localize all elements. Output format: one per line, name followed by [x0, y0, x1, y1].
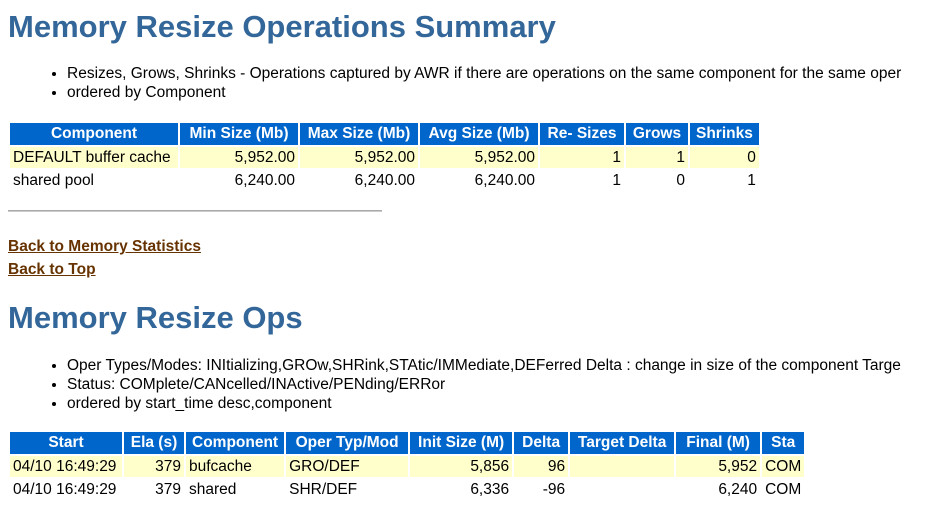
- cell-avg-size: 5,952.00: [420, 147, 538, 168]
- cell-component: shared pool: [13, 171, 95, 189]
- cell-target-delta: [570, 479, 674, 500]
- cell-shrinks: 1: [747, 171, 756, 189]
- ops-note: ordered by start_time desc,component: [67, 394, 927, 413]
- cell-start: 04/10 16:49:29: [13, 480, 117, 498]
- summary-header-row: Component Min Size (Mb) Max Size (Mb) Av…: [10, 123, 759, 145]
- summary-note: Resizes, Grows, Shrinks - Operations cap…: [67, 64, 927, 83]
- back-to-memory-statistics-link[interactable]: Back to Memory Statistics: [8, 238, 201, 256]
- cell-min-size: 5,952.00: [180, 147, 298, 168]
- back-to-top-link[interactable]: Back to Top: [8, 261, 96, 279]
- cell-delta: 96: [514, 456, 569, 477]
- ops-note: Status: COMplete/CANcelled/INActive/PENd…: [67, 375, 927, 394]
- table-row: shared pool 6,240.00 6,240.00 6,240.00 1…: [10, 170, 759, 191]
- col-header-grows: Grows: [626, 123, 688, 145]
- col-header-min-size: Min Size (Mb): [180, 123, 298, 145]
- cell-init-size: 6,336: [470, 480, 510, 498]
- col-header-max-size: Max Size (Mb): [300, 123, 418, 145]
- cell-component: DEFAULT buffer cache: [10, 147, 178, 168]
- cell-max-size: 6,240.00: [354, 171, 415, 189]
- cell-avg-size: 6,240.00: [474, 171, 535, 189]
- ops-notes: Oper Types/Modes: INItializing,GROw,SHRi…: [45, 356, 927, 413]
- cell-oper-typ: GRO/DEF: [286, 456, 409, 477]
- cell-target-delta: [570, 456, 675, 477]
- cell-grows: 1: [626, 147, 688, 168]
- cell-status: COM: [762, 456, 805, 477]
- cell-shrinks: 0: [690, 147, 759, 168]
- col-header-init-size: Init Size (M): [410, 432, 513, 454]
- ops-note: Oper Types/Modes: INItializing,GROw,SHRi…: [67, 356, 927, 375]
- cell-max-size: 5,952.00: [300, 147, 418, 168]
- col-header-delta: Delta: [514, 432, 569, 454]
- section-divider: [8, 210, 382, 212]
- col-header-target-delta: Target Delta: [570, 432, 675, 454]
- cell-oper-typ: SHR/DEF: [289, 480, 358, 498]
- cell-ela: 379: [124, 456, 184, 477]
- summary-heading: Memory Resize Operations Summary: [8, 9, 556, 44]
- cell-component: bufcache: [186, 456, 285, 477]
- cell-component: shared: [189, 480, 237, 498]
- cell-delta: -96: [542, 480, 566, 498]
- cell-init-size: 5,856: [410, 456, 513, 477]
- col-header-ela: Ela (s): [124, 432, 184, 454]
- col-header-resizes: Re- Sizes: [540, 123, 624, 145]
- col-header-avg-size: Avg Size (Mb): [420, 123, 538, 145]
- col-header-shrinks: Shrinks: [690, 123, 759, 145]
- cell-status: COM: [765, 480, 802, 498]
- cell-start: 04/10 16:49:29: [10, 456, 122, 477]
- col-header-oper-typ: Oper Typ/Mod: [286, 432, 409, 454]
- col-header-status: Sta: [762, 432, 805, 454]
- cell-min-size: 6,240.00: [234, 171, 295, 189]
- cell-final: 5,952: [676, 456, 761, 477]
- summary-note: ordered by Component: [67, 83, 927, 102]
- ops-heading: Memory Resize Ops: [8, 300, 303, 335]
- ops-table: Start Ela (s) Component Oper Typ/Mod Ini…: [8, 430, 806, 502]
- cell-grows: 0: [676, 171, 685, 189]
- col-header-component: Component: [186, 432, 285, 454]
- cell-final: 6,240: [718, 480, 758, 498]
- summary-table: Component Min Size (Mb) Max Size (Mb) Av…: [8, 121, 761, 193]
- cell-ela: 379: [155, 480, 181, 498]
- col-header-start: Start: [10, 432, 122, 454]
- cell-resizes: 1: [612, 171, 621, 189]
- col-header-final: Final (M): [676, 432, 761, 454]
- table-row: DEFAULT buffer cache 5,952.00 5,952.00 5…: [10, 147, 759, 168]
- table-row: 04/10 16:49:29 379 shared SHR/DEF 6,336 …: [10, 479, 804, 500]
- ops-header-row: Start Ela (s) Component Oper Typ/Mod Ini…: [10, 432, 805, 454]
- cell-resizes: 1: [540, 147, 624, 168]
- summary-notes: Resizes, Grows, Shrinks - Operations cap…: [45, 64, 927, 102]
- table-row: 04/10 16:49:29 379 bufcache GRO/DEF 5,85…: [10, 456, 805, 477]
- col-header-component: Component: [10, 123, 178, 145]
